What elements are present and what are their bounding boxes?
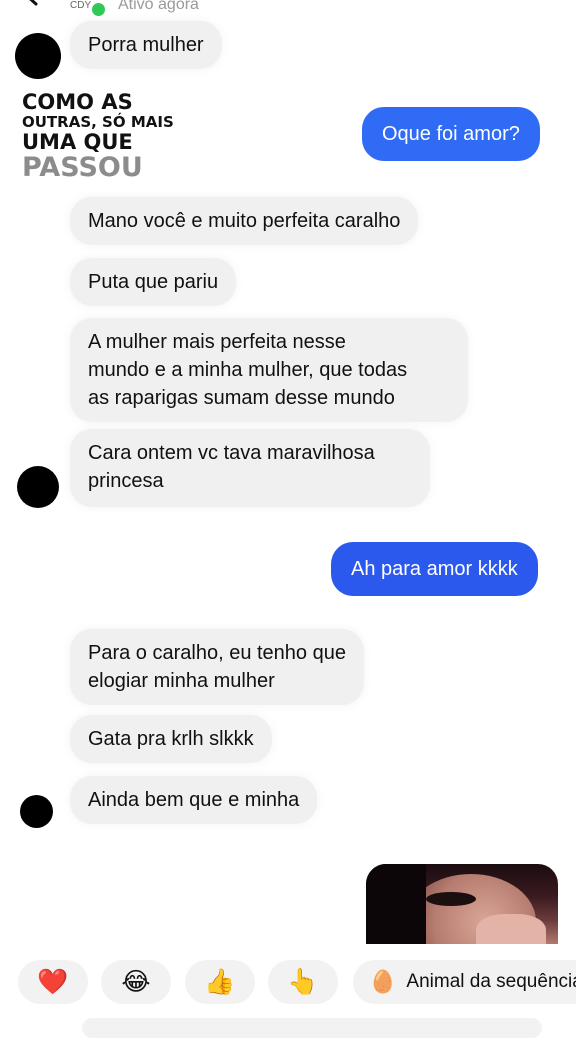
sent-photo-message[interactable]	[366, 864, 558, 944]
received-message[interactable]: A mulher mais perfeita nesse mundo e a m…	[70, 318, 468, 422]
message-text: Gata pra krlh slkkk	[88, 728, 254, 750]
message-text: Porra mulher	[88, 34, 204, 56]
message-text-line: Para o caralho, eu tenho que	[88, 642, 346, 664]
message-text-line: Cara ontem vc tava maravilhosa	[88, 442, 375, 464]
quick-reply-animal-sequence[interactable]: 🥚 Animal da sequência	[353, 960, 576, 1004]
message-text-line: A mulher mais perfeita nesse	[88, 331, 346, 353]
overlay-line: PASSOU	[22, 152, 143, 183]
message-text: Ainda bem que e minha	[88, 789, 300, 811]
online-status-dot	[90, 1, 107, 18]
quick-reply-laughing[interactable]: 😂	[101, 960, 171, 1004]
composer-edge	[82, 1018, 542, 1038]
received-message[interactable]: Ainda bem que e minha	[70, 776, 318, 824]
received-message[interactable]: Puta que pariu	[70, 258, 237, 306]
overlay-line: COMO AS	[22, 90, 133, 114]
photo-hand	[476, 914, 546, 944]
heart-icon: ❤️	[37, 967, 69, 996]
back-arrow-icon[interactable]	[18, 0, 44, 8]
overlay-line: UMA QUE	[22, 130, 133, 154]
quick-reply-thumbs-up[interactable]: 👍	[185, 960, 255, 1004]
message-text: Puta que pariu	[88, 271, 219, 293]
egg-face-icon: 🥚	[369, 969, 397, 994]
received-message[interactable]: Porra mulher	[70, 21, 222, 69]
quick-reply-label: Animal da sequência	[406, 971, 576, 992]
message-text: Mano você e muito perfeita caralho	[88, 210, 401, 232]
received-message[interactable]: Gata pra krlh slkkk	[70, 715, 272, 763]
received-message[interactable]: Cara ontem vc tava maravilhosa princesa	[70, 429, 430, 507]
message-text-line: princesa	[88, 470, 164, 492]
photo-hair	[366, 864, 426, 944]
sent-message[interactable]: Oque foi amor?	[362, 107, 540, 161]
message-text-line: as raparigas sumam desse mundo	[88, 387, 395, 409]
photo-eye	[426, 892, 476, 906]
active-status-text: Ativo agora	[118, 0, 199, 13]
quick-reply-heart[interactable]: ❤️	[18, 960, 88, 1004]
message-text-line: elogiar minha mulher	[88, 670, 275, 692]
thumbs-up-icon: 👍	[204, 967, 236, 996]
overlay-line: OUTRAS, SÓ MAIS	[22, 113, 174, 131]
contact-avatar[interactable]	[20, 795, 53, 828]
overlay-caption: COMO AS OUTRAS, SÓ MAIS UMA QUE PASSOU	[22, 90, 174, 183]
sent-message[interactable]: Ah para amor kkkk	[331, 542, 538, 596]
message-text: Oque foi amor?	[382, 123, 520, 145]
received-message[interactable]: Mano você e muito perfeita caralho	[70, 197, 419, 245]
contact-avatar[interactable]	[15, 33, 61, 79]
contact-avatar[interactable]	[17, 466, 59, 508]
contact-badge: CDY	[70, 0, 92, 11]
quick-reply-pointing[interactable]: 👆	[268, 960, 338, 1004]
received-message[interactable]: Para o caralho, eu tenho que elogiar min…	[70, 629, 364, 705]
pointing-hand-icon: 👆	[287, 967, 319, 996]
message-text: Ah para amor kkkk	[351, 558, 518, 580]
laughing-tears-icon: 😂	[121, 968, 151, 996]
message-text-line: mundo e a minha mulher, que todas	[88, 359, 408, 381]
